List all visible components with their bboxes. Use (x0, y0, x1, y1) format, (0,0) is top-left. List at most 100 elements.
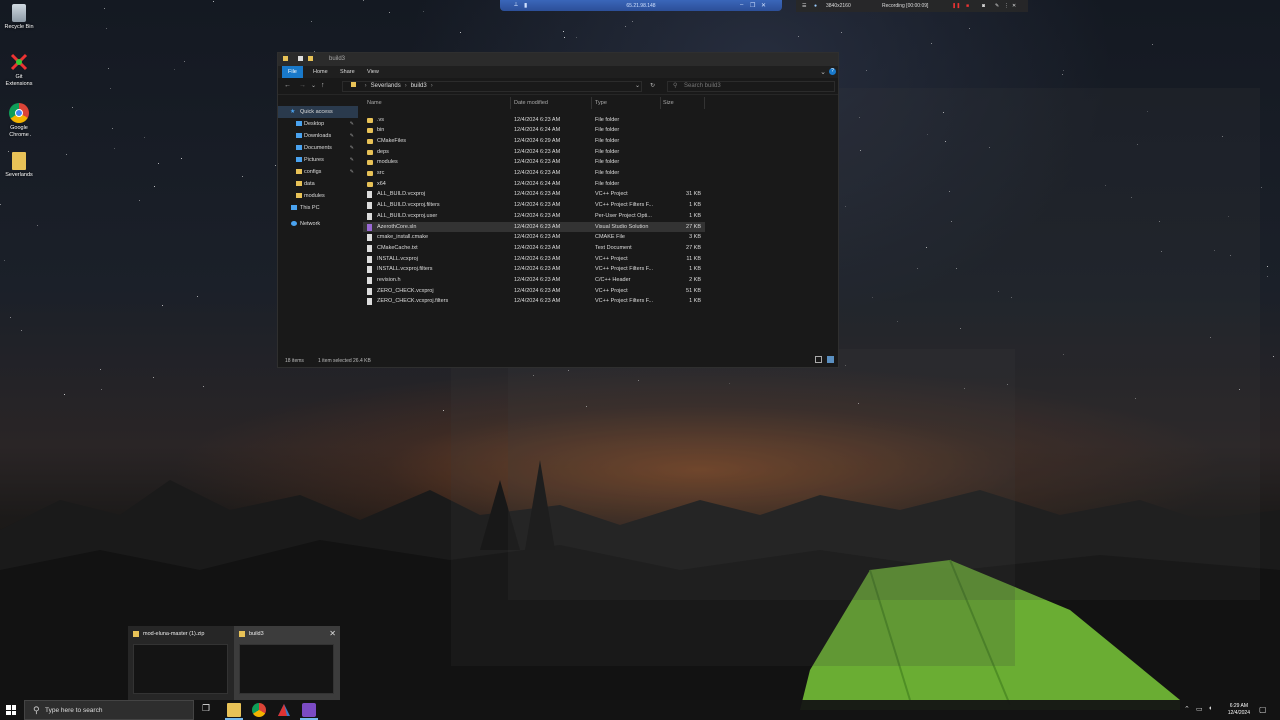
file-row[interactable]: INSTALL.vcxproj.filters 12/4/2024 6:23 AM… (363, 264, 705, 275)
file-row[interactable]: CMakeFiles 12/4/2024 6:29 AM File folder (363, 136, 705, 147)
network-icon[interactable]: ▭ (1196, 705, 1203, 713)
star (10, 317, 11, 318)
forward-button[interactable]: → (299, 82, 306, 89)
volume-icon[interactable]: ◖ (1208, 705, 1212, 712)
file-row[interactable]: CMakeCache.txt 12/4/2024 6:23 AM Text Docu… (363, 243, 705, 254)
file-row[interactable]: ZERO_CHECK.vcxproj 12/4/2024 6:23 AM VC++ … (363, 286, 705, 297)
microphone-icon[interactable]: ● (814, 3, 817, 9)
refresh-icon[interactable]: ↻ (650, 82, 655, 89)
folder-icon (239, 631, 245, 637)
star (101, 389, 102, 390)
breadcrumb-severlands[interactable]: Severlands (371, 83, 401, 89)
thumbnail-zip[interactable]: mod-eluna-master (1).zip (128, 626, 234, 700)
address-bar[interactable]: › Severlands › build3 › (342, 81, 642, 92)
nav-item-modules[interactable]: modules (278, 190, 358, 202)
star (72, 107, 73, 108)
back-button[interactable]: ← (284, 82, 291, 89)
nav-item-pictures[interactable]: Pictures ✎ (278, 154, 358, 166)
pause-icon[interactable]: ❚❚ (952, 3, 960, 9)
file-row[interactable]: x64 12/4/2024 6:24 AM File folder (363, 179, 705, 190)
column-date-modified[interactable]: Date modified (514, 100, 548, 106)
file-row[interactable]: src 12/4/2024 6:23 AM File folder (363, 168, 705, 179)
pin-icon: ✎ (349, 133, 354, 139)
file-row[interactable]: modules 12/4/2024 6:23 AM File folder (363, 157, 705, 168)
thumbnail-build3[interactable]: build3 ✕ (234, 626, 340, 700)
details-view-icon[interactable] (815, 356, 822, 363)
tab-home[interactable]: Home (307, 66, 334, 78)
file-row[interactable]: INSTALL.vcxproj 12/4/2024 6:23 AM VC++ Pro… (363, 254, 705, 265)
column-type[interactable]: Type (595, 100, 607, 106)
chevron-down-icon[interactable]: ⌄ (820, 68, 826, 76)
nav-network[interactable]: Network (278, 218, 358, 230)
cell-type: File folder (595, 137, 620, 144)
minimize-remote-button[interactable]: – (740, 2, 743, 8)
tab-file[interactable]: File (282, 66, 303, 78)
nav-this-pc[interactable]: This PC (278, 202, 358, 214)
nav-item-documents[interactable]: Documents ✎ (278, 142, 358, 154)
help-icon[interactable]: ? (829, 68, 836, 75)
desktop-icon-recycle-bin[interactable]: Recycle Bin (2, 4, 36, 31)
close-recording-icon[interactable]: ✕ (1012, 3, 1016, 9)
address-dropdown-icon[interactable]: ⌄ (635, 82, 640, 89)
column-name[interactable]: Name (367, 100, 382, 106)
large-icons-view-icon[interactable] (827, 356, 834, 363)
more-icon[interactable]: ⋮ (1004, 3, 1009, 9)
visual-studio-icon[interactable] (300, 703, 318, 720)
cmake-icon[interactable] (277, 703, 291, 717)
breadcrumb-build3[interactable]: build3 (411, 83, 427, 89)
cell-name: .vs (377, 116, 385, 123)
file-row[interactable]: ALL_BUILD.vcxproj.filters 12/4/2024 6:23 … (363, 200, 705, 211)
chevron-up-icon[interactable]: ⌃ (1184, 705, 1190, 713)
recent-locations-icon[interactable]: ⌄ (311, 82, 316, 89)
nav-item-desktop[interactable]: Desktop ✎ (278, 118, 358, 130)
notifications-icon[interactable]: ▢ (1259, 705, 1267, 714)
file-row[interactable]: .vs 12/4/2024 6:23 AM File folder (363, 115, 705, 126)
tab-share[interactable]: Share (334, 66, 361, 78)
new-folder-icon[interactable] (308, 56, 313, 61)
nav-item-data[interactable]: data (278, 178, 358, 190)
star (1063, 70, 1064, 71)
file-row[interactable]: bin 12/4/2024 6:24 AM File folder (363, 125, 705, 136)
pen-icon[interactable]: ✎ (995, 3, 999, 9)
file-row[interactable]: AzerothCore.sln 12/4/2024 6:23 AM Visual S… (363, 221, 705, 233)
file-row[interactable]: ALL_BUILD.vcxproj 12/4/2024 6:23 AM VC++ P… (363, 189, 705, 200)
close-remote-button[interactable]: ✕ (761, 2, 766, 9)
search-input[interactable]: ⚲ Search build3 (667, 81, 835, 92)
file-row[interactable]: revision.h 12/4/2024 6:23 AM C/C++ Header 2… (363, 275, 705, 286)
taskbar-search[interactable]: ⚲ Type here to search (24, 700, 194, 720)
cell-date: 12/4/2024 6:23 AM (514, 255, 561, 262)
file-row[interactable]: ZERO_CHECK.vcxproj.filters 12/4/2024 6:23… (363, 296, 705, 307)
folder-icon (296, 193, 302, 198)
cell-size: 11 KB (686, 255, 701, 262)
file-row[interactable]: deps 12/4/2024 6:23 AM File folder (363, 147, 705, 158)
stop-icon[interactable]: ■ (966, 3, 969, 9)
star (1261, 187, 1262, 188)
start-button[interactable] (6, 705, 16, 715)
column-size[interactable]: Size (663, 100, 674, 106)
nav-quick-access[interactable]: ★ Quick access (278, 106, 358, 118)
star (104, 8, 105, 9)
desktop-icon-git-extensions[interactable]: Git Extensions (2, 52, 36, 88)
nav-item-downloads[interactable]: Downloads ✎ (278, 130, 358, 142)
restore-remote-button[interactable]: ❐ (750, 2, 755, 9)
tab-view[interactable]: View (361, 66, 385, 78)
taskbar: ⚲ Type here to search ❐ ⌃ ▭ ◖ 6:29 AM 12… (0, 700, 1280, 720)
file-row[interactable]: cmake_install.cmake 12/4/2024 6:23 AM CMAK… (363, 232, 705, 243)
close-icon[interactable]: ✕ (329, 629, 336, 638)
system-clock[interactable]: 6:29 AM 12/4/2024 (1228, 703, 1250, 717)
cell-name: ALL_BUILD.vcxproj.user (377, 212, 438, 219)
task-view-icon[interactable]: ❐ (202, 703, 216, 717)
file-icon (367, 234, 372, 242)
file-row[interactable]: ALL_BUILD.vcxproj.user 12/4/2024 6:23 AM P… (363, 211, 705, 222)
file-icon (367, 212, 372, 220)
desktop-icon-google-chrome[interactable]: Google Chrome (2, 103, 36, 139)
up-button[interactable]: ↑ (321, 82, 325, 89)
nav-item-configs[interactable]: configs ✎ (278, 166, 358, 178)
cell-date: 12/4/2024 6:23 AM (514, 170, 561, 176)
chrome-icon[interactable] (252, 703, 266, 717)
desktop-icon-severlands[interactable]: Severlands (2, 152, 36, 179)
menu-icon[interactable]: ☰ (802, 3, 806, 9)
file-explorer-icon[interactable] (225, 703, 243, 720)
properties-icon[interactable] (298, 56, 303, 61)
camera-icon[interactable]: ◙ (982, 3, 985, 9)
